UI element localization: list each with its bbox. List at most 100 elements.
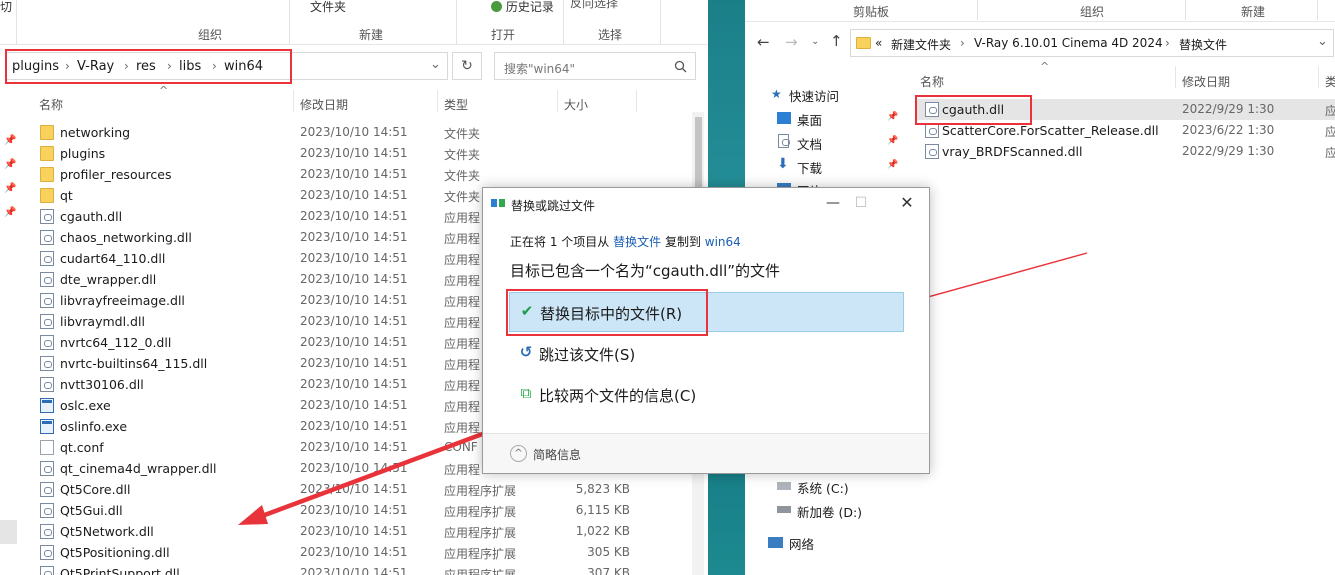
ribbon-select-fragment[interactable]: 反向选择: [570, 0, 618, 11]
dll-file-icon: [40, 482, 54, 497]
minimize-icon[interactable]: —: [819, 192, 847, 214]
chevron-right-icon[interactable]: ›: [960, 36, 965, 50]
chevron-right-icon[interactable]: ›: [1165, 36, 1170, 50]
column-header-name[interactable]: 名称: [920, 73, 944, 90]
annotation-highlight-box: [915, 95, 1032, 125]
download-arrow-icon: ⬇: [777, 156, 789, 172]
nav-desktop[interactable]: 桌面: [797, 110, 822, 129]
ribbon-divider: [1317, 0, 1318, 20]
ribbon-fragment-pin[interactable]: 切: [0, 0, 12, 15]
nav-downloads[interactable]: 下载: [797, 158, 822, 177]
file-type: CONF: [444, 440, 478, 454]
file-row[interactable]: vray_BRDFScanned.dll 2022/9/29 1:30 应: [915, 141, 1335, 162]
fewer-details-toggle[interactable]: 简略信息: [533, 446, 581, 463]
file-name: nvtt30106.dll: [60, 377, 144, 392]
pin-icon[interactable]: 📌: [887, 160, 898, 170]
nav-documents[interactable]: 文档: [797, 134, 822, 153]
dll-file-icon: [40, 209, 54, 224]
nav-network[interactable]: 网络: [789, 534, 814, 553]
dll-file-icon: [925, 144, 939, 159]
pin-icon[interactable]: 📌: [4, 183, 16, 194]
column-header-date[interactable]: 修改日期: [300, 96, 348, 113]
file-row[interactable]: Qt5PrintSupport.dll 2023/10/10 14:51 应用程序扩…: [30, 563, 690, 575]
sort-up-icon: ^: [1040, 60, 1050, 73]
column-header-date[interactable]: 修改日期: [1182, 73, 1230, 90]
breadcrumb-vray-c4d[interactable]: V-Ray 6.10.01 Cinema 4D 2024: [974, 36, 1163, 50]
file-type: 应: [1325, 146, 1335, 160]
file-row[interactable]: profiler_resources 2023/10/10 14:51 文件夹: [30, 164, 690, 185]
breadcrumb-overflow[interactable]: «: [875, 36, 882, 50]
file-name: libvraymdl.dll: [60, 314, 145, 329]
nav-new-volume-d[interactable]: 新加卷 (D:): [797, 502, 862, 521]
nav-quick-access[interactable]: 快速访问: [789, 86, 839, 105]
star-icon: ★: [771, 87, 782, 101]
close-icon[interactable]: ✕: [893, 192, 921, 214]
file-date: 2023/10/10 14:51: [300, 230, 408, 244]
file-name: networking: [60, 125, 131, 140]
maximize-icon[interactable]: ☐: [847, 192, 875, 214]
file-row[interactable]: Qt5Positioning.dll 2023/10/10 14:51 应用程序扩展…: [30, 542, 690, 563]
file-row[interactable]: Qt5Core.dll 2023/10/10 14:51 应用程序扩展 5,823 K…: [30, 479, 690, 500]
breadcrumb-replace-files[interactable]: 替换文件: [1179, 36, 1227, 53]
chevron-up-icon[interactable]: ^: [510, 445, 527, 462]
pin-icon[interactable]: 📌: [4, 159, 16, 170]
chevron-down-icon[interactable]: ⌄: [430, 57, 441, 72]
breadcrumb-new-folder[interactable]: 新建文件夹: [891, 36, 951, 53]
column-divider[interactable]: [1175, 66, 1176, 88]
back-arrow-icon[interactable]: ←: [757, 33, 770, 51]
column-divider[interactable]: [437, 90, 438, 112]
pin-icon[interactable]: 📌: [4, 207, 16, 218]
compare-files-button[interactable]: ⧉ 比较两个文件的信息(C): [509, 375, 904, 415]
pin-icon[interactable]: 📌: [887, 112, 898, 122]
nav-system-c[interactable]: 系统 (C:): [797, 478, 849, 497]
file-row[interactable]: networking 2023/10/10 14:51 文件夹: [30, 122, 690, 143]
column-header-name[interactable]: 名称: [39, 96, 63, 113]
recent-locations-icon[interactable]: ⌄: [811, 36, 819, 47]
file-row[interactable]: plugins 2023/10/10 14:51 文件夹: [30, 143, 690, 164]
folder-icon: [40, 125, 54, 140]
dll-file-icon: [925, 123, 939, 138]
file-type: 文件夹: [444, 148, 481, 162]
ribbon-group-organize: 组织: [1080, 5, 1105, 19]
file-name: Qt5Positioning.dll: [60, 545, 170, 560]
sort-up-icon: ^: [159, 84, 169, 97]
file-date: 2023/10/10 14:51: [300, 167, 408, 181]
file-size: 307 KB: [587, 566, 630, 575]
file-name: oslc.exe: [60, 398, 111, 413]
column-divider[interactable]: [636, 90, 637, 112]
column-divider[interactable]: [557, 90, 558, 112]
column-header-type[interactable]: 类: [1325, 73, 1335, 90]
search-placeholder: 搜索"win64": [504, 62, 576, 76]
pin-icon[interactable]: 📌: [887, 136, 898, 146]
file-type: 应用程: [444, 379, 481, 393]
file-size: 305 KB: [587, 545, 630, 559]
file-type: 文件夹: [444, 169, 481, 183]
pin-icon[interactable]: 📌: [4, 135, 16, 146]
ribbon-new-folder[interactable]: 文件夹: [310, 0, 346, 15]
skip-file-button[interactable]: ↺ 跳过该文件(S): [509, 334, 904, 374]
destination-folder-link[interactable]: win64: [705, 235, 741, 249]
skip-arrow-icon: ↺: [519, 343, 533, 361]
network-icon: [768, 537, 783, 548]
search-icon[interactable]: [674, 60, 687, 73]
chevron-down-icon[interactable]: ⌄: [1317, 34, 1328, 49]
up-arrow-icon[interactable]: ↑: [830, 32, 843, 50]
file-date: 2023/10/10 14:51: [300, 335, 408, 349]
replace-or-skip-dialog: 替换或跳过文件 — ☐ ✕ 正在将 1 个项目从 替换文件 复制到 win64 …: [482, 187, 930, 474]
file-type: 应用程序扩展: [444, 526, 517, 540]
file-row[interactable]: Qt5Gui.dll 2023/10/10 14:51 应用程序扩展 6,115 KB: [30, 500, 690, 521]
search-input[interactable]: 搜索"win64": [494, 52, 696, 80]
file-date: 2023/10/10 14:51: [300, 293, 408, 307]
ribbon-divider: [660, 0, 661, 44]
column-header-type[interactable]: 类型: [444, 96, 468, 113]
source-folder-link[interactable]: 替换文件: [613, 235, 661, 249]
ribbon-history[interactable]: 历史记录: [491, 0, 554, 15]
forward-arrow-icon[interactable]: →: [785, 33, 798, 51]
file-row[interactable]: Qt5Network.dll 2023/10/10 14:51 应用程序扩展 1,02…: [30, 521, 690, 542]
address-bar-right[interactable]: « 新建文件夹 › V-Ray 6.10.01 Cinema 4D 2024 ›…: [850, 29, 1334, 57]
column-divider[interactable]: [293, 90, 294, 112]
column-divider[interactable]: [1318, 66, 1319, 88]
refresh-icon[interactable]: ↻: [452, 52, 482, 80]
nav-pane-selection[interactable]: [0, 520, 17, 544]
column-header-size[interactable]: 大小: [564, 96, 588, 113]
